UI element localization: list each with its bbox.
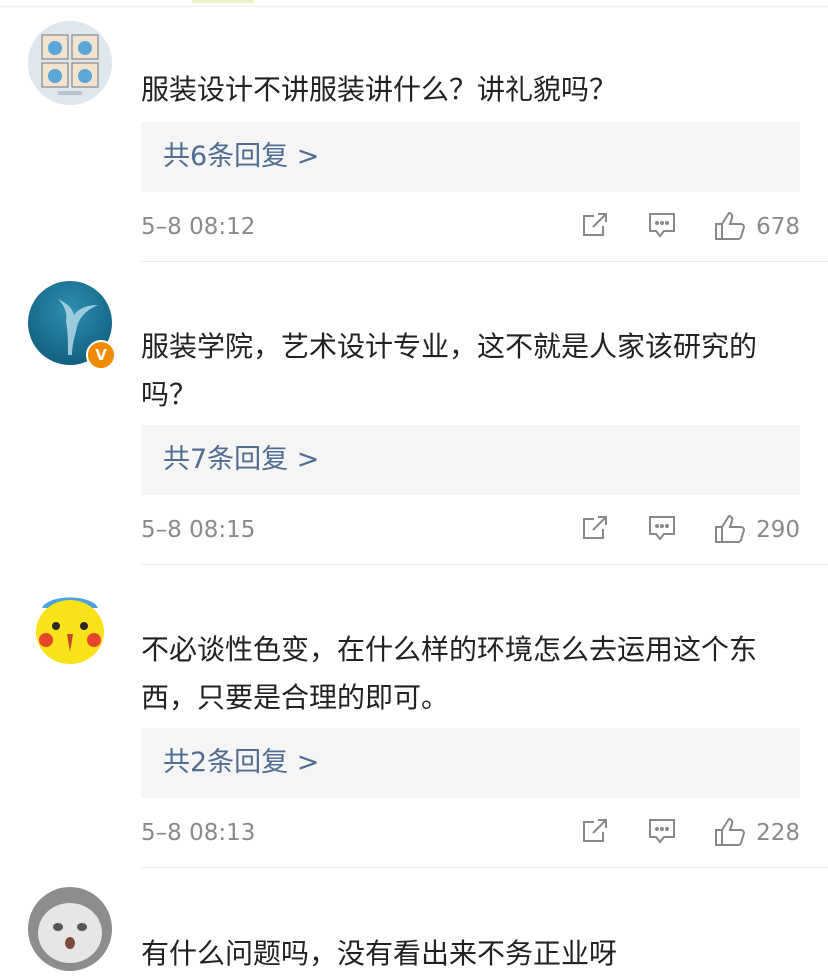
- divider: [0, 6, 828, 7]
- share-icon[interactable]: [581, 211, 609, 243]
- divider: [141, 564, 828, 565]
- replies-box[interactable]: 共6条回复 >: [141, 122, 800, 192]
- comment-text: 服装学院，艺术设计专业，这不就是人家该研究的吗？: [141, 330, 758, 411]
- comment-meta: 5–8 08:13 228: [141, 813, 800, 853]
- replies-box[interactable]: 共7条回复 >: [141, 425, 800, 495]
- comment-time: 5–8 08:15: [141, 517, 256, 543]
- highlight-mark: [192, 0, 254, 3]
- user-avatar[interactable]: [28, 21, 112, 105]
- thumbs-up-icon[interactable]: [714, 211, 746, 245]
- replies-link[interactable]: 共2条回复 >: [163, 745, 319, 781]
- like-count: 290: [756, 517, 800, 543]
- verified-badge-icon: V: [86, 340, 116, 370]
- divider: [141, 261, 828, 262]
- user-avatar[interactable]: [28, 887, 112, 971]
- share-icon[interactable]: [581, 514, 609, 546]
- comment-time: 5–8 08:13: [141, 820, 256, 846]
- user-avatar[interactable]: [28, 584, 112, 668]
- comment-text: 不必谈性色变，在什么样的环境怎么去运用这个东西，只要是合理的即可。: [141, 633, 758, 714]
- like-count: 228: [756, 820, 800, 846]
- replies-link[interactable]: 共7条回复 >: [163, 442, 319, 478]
- replies-link[interactable]: 共6条回复 >: [163, 139, 319, 175]
- comment-meta: 5–8 08:15 290: [141, 510, 800, 550]
- divider: [141, 867, 828, 868]
- thumbs-up-icon[interactable]: [714, 514, 746, 548]
- comment-icon[interactable]: [647, 817, 677, 849]
- comment-time: 5–8 08:12: [141, 214, 256, 240]
- thumbs-up-icon[interactable]: [714, 817, 746, 851]
- share-icon[interactable]: [581, 817, 609, 849]
- comment-icon[interactable]: [647, 211, 677, 243]
- comment-icon[interactable]: [647, 514, 677, 546]
- replies-box[interactable]: 共2条回复 >: [141, 728, 800, 798]
- comment-text: 服装设计不讲服装讲什么？讲礼貌吗？: [141, 73, 618, 106]
- comment-text: 有什么问题吗，没有看出来不务正业呀: [141, 937, 618, 970]
- like-count: 678: [756, 214, 800, 240]
- comment-meta: 5–8 08:12 678: [141, 207, 800, 247]
- top-edge: [0, 0, 828, 7]
